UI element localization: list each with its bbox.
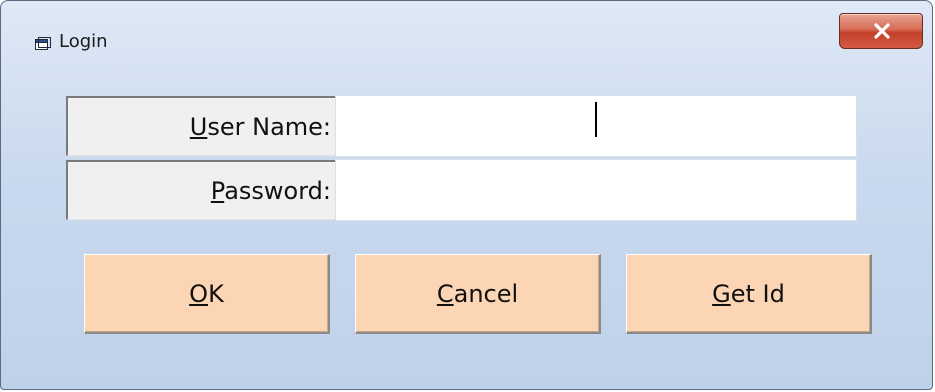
close-button[interactable] <box>839 13 923 49</box>
ok-button[interactable]: OK <box>84 254 330 334</box>
cancel-button[interactable]: Cancel <box>355 254 601 334</box>
cancel-mnemonic: C <box>436 279 454 308</box>
username-label-rest: ser Name: <box>207 112 331 141</box>
get-id-mnemonic: G <box>712 279 731 308</box>
get-id-button-label: Get Id <box>627 280 870 308</box>
password-label-box: Password: <box>66 160 336 220</box>
get-id-button[interactable]: Get Id <box>626 254 872 334</box>
title-bar[interactable]: Login <box>1 1 932 71</box>
username-label: User Name: <box>190 113 331 141</box>
password-label: Password: <box>211 177 331 205</box>
cancel-rest: ancel <box>453 279 519 308</box>
ok-mnemonic: O <box>189 279 209 308</box>
password-label-rest: assword: <box>224 176 331 205</box>
ok-button-label: OK <box>85 280 328 308</box>
get-id-rest: et Id <box>730 279 785 308</box>
password-input[interactable] <box>335 159 857 221</box>
window-title: Login <box>59 31 108 52</box>
cancel-button-label: Cancel <box>356 280 599 308</box>
window-icon <box>35 36 51 50</box>
username-label-box: User Name: <box>66 96 336 156</box>
ok-rest: K <box>208 279 224 308</box>
password-label-mnemonic: P <box>210 176 225 205</box>
username-label-mnemonic: U <box>189 112 208 141</box>
close-icon <box>874 23 890 39</box>
text-caret <box>595 102 597 137</box>
